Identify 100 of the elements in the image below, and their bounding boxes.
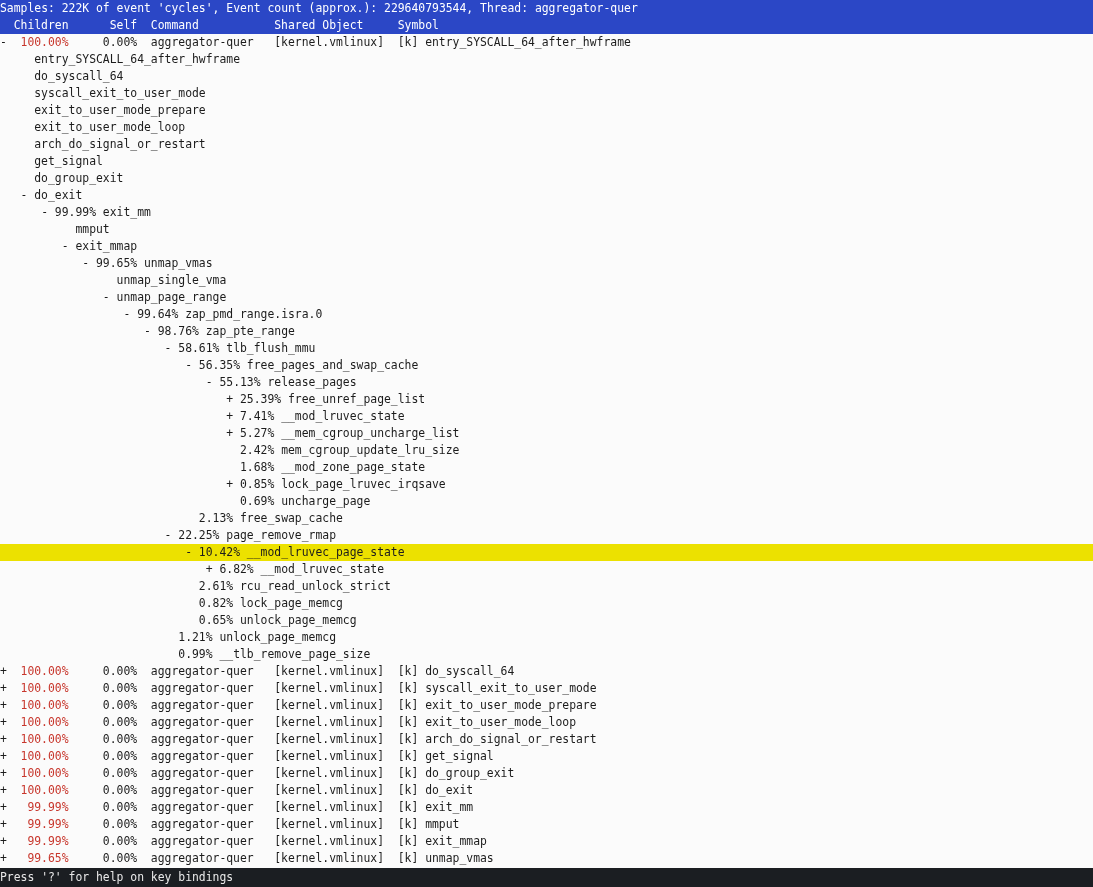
call-symbol: rcu_read_unlock_strict xyxy=(240,578,391,595)
expander-toggle[interactable]: + xyxy=(0,731,7,748)
call-percent: 0.69% xyxy=(240,493,275,510)
symbol-type: [k] xyxy=(397,748,420,765)
expander-toggle[interactable]: - xyxy=(144,323,151,340)
symbol-type: [k] xyxy=(397,799,420,816)
call-percent: 6.82% xyxy=(219,561,254,578)
command-cell-text: aggregator-quer xyxy=(150,799,255,816)
children-percent: 99.99% xyxy=(26,833,69,850)
expander-toggle[interactable]: - xyxy=(82,255,90,272)
expander-toggle[interactable]: - xyxy=(102,289,110,306)
command-cell-text: aggregator-quer xyxy=(150,34,255,51)
callchain-row[interactable]: - 10.42% __mod_lruvec_page_state xyxy=(0,544,1093,561)
call-percent: 0.85% xyxy=(240,476,275,493)
expander-toggle[interactable]: + xyxy=(226,408,234,425)
shared-object-cell-text: [kernel.vmlinux] xyxy=(274,714,385,731)
shared-object-cell-text: [kernel.vmlinux] xyxy=(274,748,385,765)
call-symbol: mem_cgroup_update_lru_size xyxy=(281,442,460,459)
command-cell-text: aggregator-quer xyxy=(150,731,255,748)
expander-toggle[interactable]: + xyxy=(0,833,7,850)
command-cell-text: aggregator-quer xyxy=(150,850,255,867)
column-header: Self xyxy=(108,17,138,34)
expander-toggle[interactable]: + xyxy=(226,476,234,493)
expander-toggle[interactable]: - xyxy=(185,357,192,374)
symbol-type: [k] xyxy=(397,782,420,799)
call-symbol: zap_pte_range xyxy=(205,323,295,340)
call-symbol: do_group_exit xyxy=(34,170,124,187)
command-cell-text: aggregator-quer xyxy=(150,714,255,731)
shared-object-cell-text: [kernel.vmlinux] xyxy=(274,680,385,697)
symbol-cell: entry_SYSCALL_64_after_hwframe xyxy=(425,34,631,51)
expander-toggle[interactable]: + xyxy=(226,425,234,442)
expander-toggle[interactable]: - xyxy=(164,527,172,544)
expander-toggle[interactable]: - xyxy=(185,544,192,561)
symbol-cell: arch_do_signal_or_restart xyxy=(425,731,597,748)
expander-toggle[interactable]: + xyxy=(226,391,234,408)
shared-object-cell-text: [kernel.vmlinux] xyxy=(274,799,385,816)
call-symbol: unlock_page_memcg xyxy=(240,612,357,629)
call-symbol: __mem_cgroup_uncharge_list xyxy=(281,425,460,442)
children-percent: 100.00% xyxy=(19,714,69,731)
expander-toggle[interactable]: + xyxy=(0,697,7,714)
expander-toggle[interactable]: - xyxy=(0,34,7,51)
expander-toggle[interactable]: + xyxy=(0,850,7,867)
call-symbol: release_pages xyxy=(267,374,357,391)
symbol-type: [k] xyxy=(397,680,420,697)
expander-toggle[interactable]: + xyxy=(0,680,7,697)
expander-toggle[interactable]: - xyxy=(61,238,69,255)
call-percent: 99.64% xyxy=(137,306,179,323)
call-symbol: unmap_single_vma xyxy=(116,272,227,289)
children-percent: 99.65% xyxy=(26,850,69,867)
symbol-type: [k] xyxy=(397,833,420,850)
children-percent: 100.00% xyxy=(19,782,69,799)
call-symbol: exit_to_user_mode_loop xyxy=(34,119,186,136)
call-percent: 5.27% xyxy=(240,425,275,442)
symbol-type: [k] xyxy=(397,714,420,731)
call-percent: 55.13% xyxy=(219,374,261,391)
shared-object-cell-text: [kernel.vmlinux] xyxy=(274,850,385,867)
shared-object-cell-text: [kernel.vmlinux] xyxy=(274,782,385,799)
self-percent: 0.00% xyxy=(101,731,138,748)
shared-object-cell-text: [kernel.vmlinux] xyxy=(274,697,385,714)
expander-toggle[interactable]: + xyxy=(0,765,7,782)
expander-toggle[interactable]: + xyxy=(0,782,7,799)
self-percent: 0.00% xyxy=(101,714,138,731)
call-symbol: uncharge_page xyxy=(281,493,371,510)
symbol-cell: exit_to_user_mode_prepare xyxy=(425,697,597,714)
expander-toggle[interactable]: - xyxy=(164,340,172,357)
call-symbol: free_pages_and_swap_cache xyxy=(246,357,419,374)
call-symbol: page_remove_rmap xyxy=(226,527,336,544)
symbol-cell: exit_to_user_mode_loop xyxy=(425,714,576,731)
call-percent: 58.61% xyxy=(178,340,220,357)
self-percent: 0.00% xyxy=(101,850,138,867)
expander-toggle[interactable]: - xyxy=(123,306,131,323)
children-percent: 100.00% xyxy=(19,748,69,765)
shared-object-cell-text: [kernel.vmlinux] xyxy=(274,833,385,850)
expander-toggle[interactable]: + xyxy=(0,816,7,833)
expander-toggle[interactable]: - xyxy=(205,374,213,391)
call-symbol: exit_to_user_mode_prepare xyxy=(34,102,206,119)
call-symbol: arch_do_signal_or_restart xyxy=(34,136,206,153)
call-symbol: zap_pmd_range.isra.0 xyxy=(185,306,323,323)
shared-object-cell-text: [kernel.vmlinux] xyxy=(274,816,385,833)
command-cell-text: aggregator-quer xyxy=(150,748,255,765)
expander-toggle[interactable]: - xyxy=(20,187,28,204)
command-cell-text: aggregator-quer xyxy=(150,680,255,697)
children-percent: 100.00% xyxy=(19,680,69,697)
expander-toggle[interactable]: + xyxy=(0,799,7,816)
expander-toggle[interactable]: - xyxy=(41,204,48,221)
call-percent: 99.99% xyxy=(54,204,96,221)
children-percent: 99.99% xyxy=(26,816,69,833)
expander-toggle[interactable]: + xyxy=(0,748,7,765)
call-symbol: free_swap_cache xyxy=(240,510,343,527)
call-percent: 0.65% xyxy=(198,612,234,629)
self-percent: 0.00% xyxy=(101,697,138,714)
symbol-cell: do_group_exit xyxy=(425,765,515,782)
symbol-cell: do_syscall_64 xyxy=(425,663,515,680)
children-percent: 99.99% xyxy=(26,799,69,816)
expander-toggle[interactable]: + xyxy=(205,561,213,578)
status-bar: Press '?' for help on key bindings xyxy=(0,868,1093,887)
expander-toggle[interactable]: + xyxy=(0,714,7,731)
call-symbol: lock_page_memcg xyxy=(240,595,343,612)
expander-toggle[interactable]: + xyxy=(0,663,7,680)
call-symbol: __mod_lruvec_state xyxy=(260,561,384,578)
